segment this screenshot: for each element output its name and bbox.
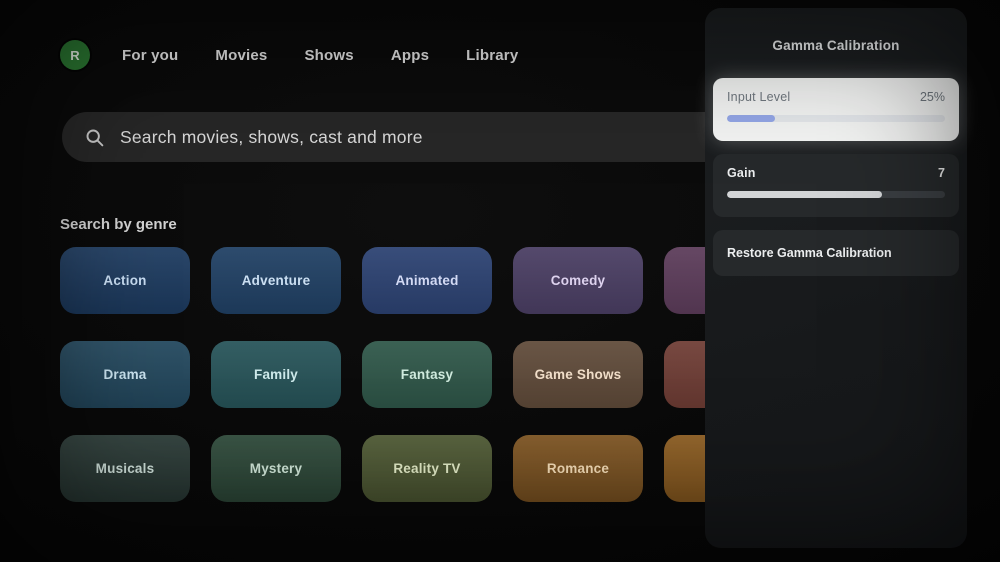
tab-apps[interactable]: Apps — [391, 47, 429, 64]
input-level-label: Input Level — [727, 90, 791, 104]
nav-tabs: For you Movies Shows Apps Library — [122, 47, 518, 64]
genre-tile-label: Reality TV — [393, 461, 461, 476]
genre-tile-mystery[interactable]: Mystery — [211, 435, 341, 502]
genre-tile-label: Action — [103, 273, 147, 288]
genre-tile-family[interactable]: Family — [211, 341, 341, 408]
genre-tile-fantasy[interactable]: Fantasy — [362, 341, 492, 408]
genre-tile-label: Game Shows — [534, 367, 622, 382]
genre-tile-label: Animated — [395, 273, 459, 288]
genre-tile-reality-tv[interactable]: Reality TV — [362, 435, 492, 502]
input-level-value: 25% — [919, 90, 945, 104]
tab-shows[interactable]: Shows — [304, 47, 353, 64]
genre-tile-label: Adventure — [241, 273, 311, 288]
tv-home-screen: R For you Movies Shows Apps Library Sear… — [0, 0, 1000, 562]
genre-tile-musicals[interactable]: Musicals — [60, 435, 190, 502]
genre-tile-game-shows[interactable]: Game Shows — [513, 341, 643, 408]
genre-tile-action[interactable]: Action — [60, 247, 190, 314]
genre-tile-drama[interactable]: Drama — [60, 341, 190, 408]
genre-tile-comedy[interactable]: Comedy — [513, 247, 643, 314]
genre-tile-animated[interactable]: Animated — [362, 247, 492, 314]
top-nav: R For you Movies Shows Apps Library — [60, 40, 518, 70]
genre-tile-adventure[interactable]: Adventure — [211, 247, 341, 314]
panel-title: Gamma Calibration — [772, 38, 900, 53]
genre-tile-label: Musicals — [95, 461, 155, 476]
genre-tile-label: Family — [254, 367, 298, 382]
gain-label: Gain — [727, 166, 756, 180]
genre-tile-romance[interactable]: Romance — [513, 435, 643, 502]
profile-avatar[interactable]: R — [60, 40, 90, 70]
genre-tile-label: Comedy — [550, 273, 606, 288]
genre-tile-label: Mystery — [249, 461, 303, 476]
search-icon — [86, 129, 104, 146]
gain-slider[interactable]: Gain 7 — [713, 154, 959, 217]
search-placeholder: Search movies, shows, cast and more — [120, 126, 423, 147]
gain-value: 7 — [938, 166, 945, 180]
restore-gamma-button[interactable]: Restore Gamma Calibration — [713, 230, 959, 276]
genre-tile-label: Fantasy — [400, 367, 454, 382]
tab-for-you[interactable]: For you — [122, 47, 178, 64]
input-level-bar-track — [727, 115, 945, 122]
gain-bar-fill — [727, 191, 882, 198]
gain-bar-track — [727, 191, 945, 198]
search-input[interactable]: Search movies, shows, cast and more — [62, 112, 768, 162]
genre-section-title: Search by genre — [60, 216, 177, 233]
tab-library[interactable]: Library — [466, 47, 518, 64]
input-level-bar-fill — [727, 115, 775, 122]
genre-tile-label: Romance — [546, 461, 610, 476]
gamma-calibration-panel: Gamma Calibration Input Level 25% Gain 7… — [705, 8, 967, 548]
genre-grid: Action Adventure Animated Comedy Drama F… — [60, 247, 794, 502]
tab-movies[interactable]: Movies — [215, 47, 267, 64]
restore-gamma-label: Restore Gamma Calibration — [727, 246, 892, 260]
genre-tile-label: Drama — [103, 367, 147, 382]
input-level-slider[interactable]: Input Level 25% — [713, 78, 959, 141]
